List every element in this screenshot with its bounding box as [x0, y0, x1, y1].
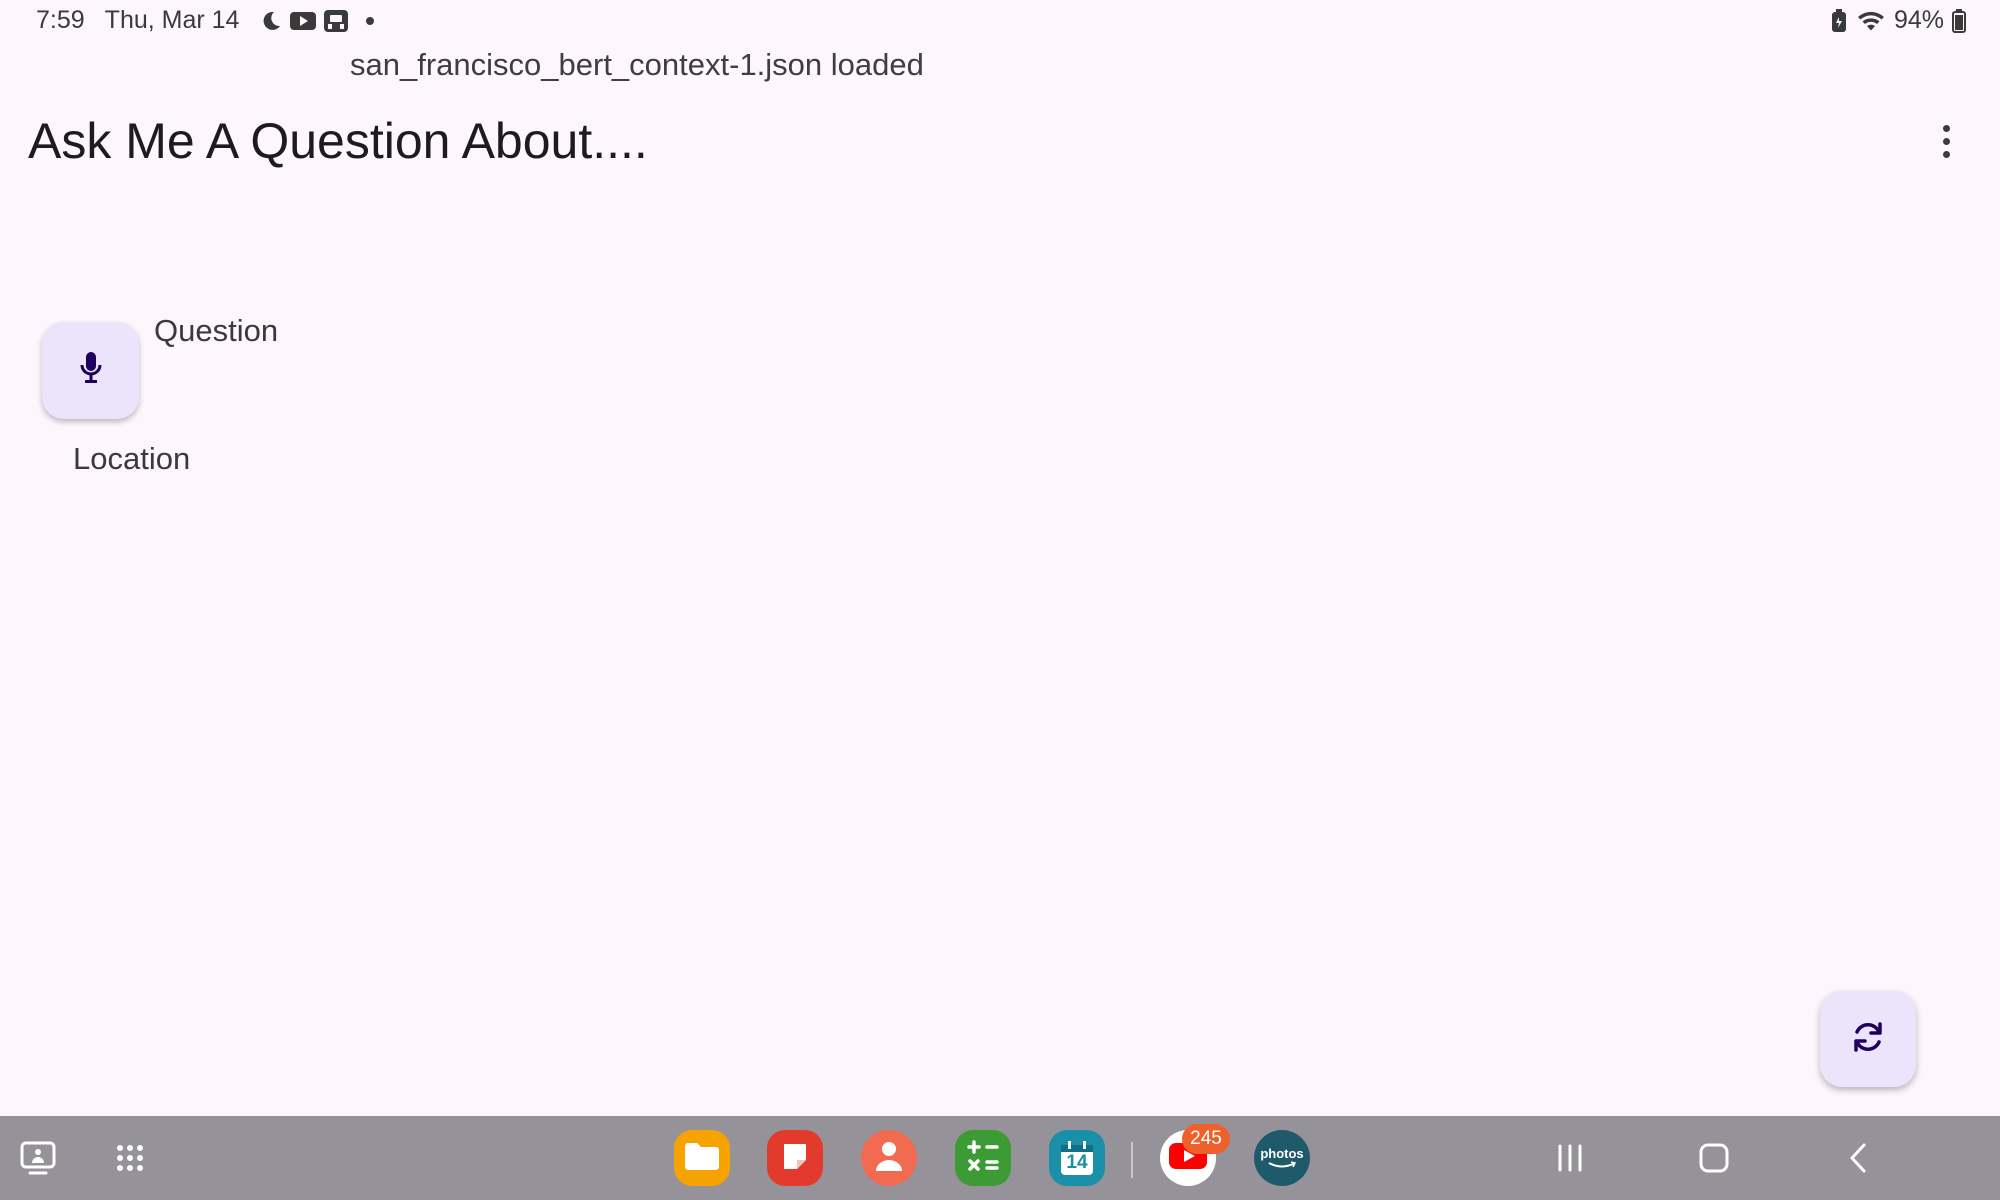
status-right: 94%: [1830, 6, 1966, 35]
calculator-app[interactable]: [955, 1130, 1011, 1186]
question-label: Question: [154, 313, 279, 348]
battery-icon: [1952, 8, 1966, 33]
refresh-button[interactable]: [1820, 991, 1916, 1087]
notes-app[interactable]: [767, 1130, 823, 1186]
status-date: Thu, Mar 14: [104, 6, 240, 34]
recent-apps-panel-icon[interactable]: [18, 1138, 58, 1178]
menu-dot: [1942, 124, 1950, 132]
photos-label: photos: [1260, 1146, 1304, 1161]
photos-icon: photos: [1260, 1146, 1304, 1169]
amazon-photos-app[interactable]: photos: [1254, 1130, 1310, 1186]
contacts-app[interactable]: [861, 1130, 917, 1186]
status-bar: 7:59 Thu, Mar 14 94%: [0, 0, 2000, 42]
home-icon[interactable]: [1692, 1136, 1736, 1180]
more-vert-icon[interactable]: [1930, 118, 1962, 164]
menu-dot: [1942, 137, 1950, 145]
battery-percent: 94%: [1893, 6, 1944, 34]
person-icon: [874, 1139, 904, 1178]
more-dot-icon: [365, 16, 375, 26]
calendar-icon: 14: [1057, 1138, 1097, 1178]
wifi-icon: [1856, 9, 1886, 33]
status-left: 7:59 Thu, Mar 14: [36, 6, 375, 35]
moon-icon: [259, 9, 283, 33]
taskbar-divider: [1131, 1142, 1133, 1178]
mic-button[interactable]: [42, 322, 139, 419]
youtube-badge: 245: [1182, 1124, 1230, 1154]
youtube-notification-icon: [289, 10, 317, 32]
calendar-app[interactable]: 14: [1049, 1130, 1105, 1186]
refresh-icon: [1850, 1019, 1886, 1060]
status-notification-icons: [259, 9, 375, 33]
calendar-day: 14: [1066, 1152, 1088, 1173]
menu-dot: [1942, 150, 1950, 158]
app-notification-icon: [323, 9, 349, 33]
battery-saver-icon: [1830, 8, 1848, 33]
calculator-icon: [965, 1138, 1001, 1179]
location-label: Location: [73, 441, 191, 476]
status-time: 7:59: [36, 6, 85, 34]
page-title: Ask Me A Question About....: [28, 113, 648, 169]
mic-icon: [78, 351, 104, 390]
my-files-app[interactable]: [674, 1130, 730, 1186]
note-icon: [778, 1139, 812, 1178]
recents-icon[interactable]: [1548, 1136, 1592, 1180]
back-icon[interactable]: [1836, 1136, 1880, 1180]
screen: 7:59 Thu, Mar 14 94% san_francisco_bert_…: [0, 0, 2000, 1200]
app-drawer-icon[interactable]: [110, 1138, 150, 1178]
folder-icon: [683, 1140, 721, 1177]
loaded-toast: san_francisco_bert_context-1.json loaded: [350, 47, 924, 82]
